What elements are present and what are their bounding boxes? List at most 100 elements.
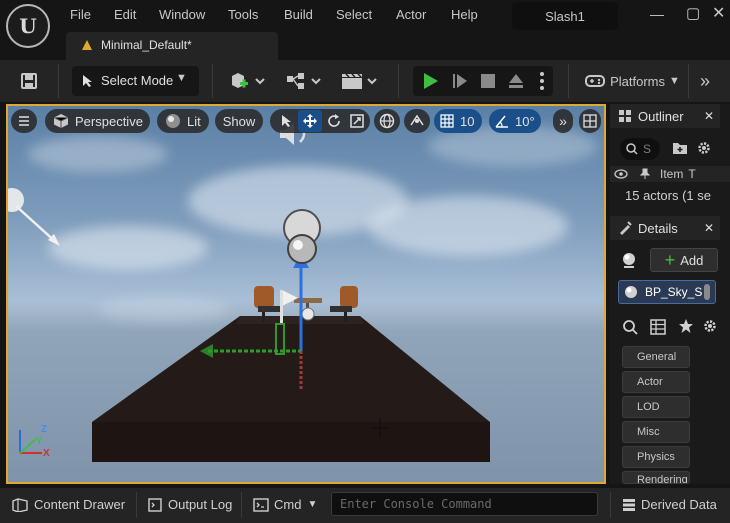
column-item[interactable]: Item xyxy=(660,167,683,181)
category-physics-button[interactable]: Physics xyxy=(622,446,690,468)
add-component-button[interactable]: + Add xyxy=(650,248,718,272)
favorites-star-icon[interactable] xyxy=(678,318,694,334)
terminal-icon xyxy=(253,497,269,512)
tab-label: Minimal_Default* xyxy=(101,38,192,52)
show-button[interactable]: Show xyxy=(215,109,263,133)
menu-select[interactable]: Select xyxy=(336,7,372,22)
category-lod-button[interactable]: LOD xyxy=(622,396,690,418)
toolbar-divider xyxy=(58,64,59,98)
unreal-logo-icon[interactable]: U xyxy=(6,4,50,48)
plus-icon: + xyxy=(664,250,676,270)
content-drawer-icon xyxy=(12,497,28,512)
column-type[interactable]: T xyxy=(688,167,695,181)
outliner-search-input[interactable]: S xyxy=(620,138,660,160)
pin-icon[interactable] xyxy=(640,168,650,180)
grid-snap-value: 10 xyxy=(460,113,475,129)
category-actor-button[interactable]: Actor xyxy=(622,371,690,393)
property-matrix-icon[interactable] xyxy=(650,319,666,335)
add-folder-icon[interactable] xyxy=(672,141,688,155)
outliner-column-header: Item T xyxy=(610,166,730,182)
output-log-label: Output Log xyxy=(168,497,233,512)
expand-toolbar-icon[interactable]: » xyxy=(694,68,716,94)
lit-label: Lit xyxy=(187,113,201,129)
expand-viewport-toolbar-icon[interactable]: » xyxy=(553,109,573,133)
show-label: Show xyxy=(222,113,256,129)
blueprint-button[interactable] xyxy=(284,68,326,94)
stop-icon[interactable] xyxy=(476,68,500,94)
save-icon[interactable] xyxy=(16,68,42,94)
rotate-tool-icon[interactable] xyxy=(322,114,346,128)
console-command-input[interactable]: Enter Console Command xyxy=(331,492,598,516)
play-icon[interactable] xyxy=(418,68,442,94)
add-label: Add xyxy=(680,252,704,268)
surface-snap-icon[interactable] xyxy=(404,109,430,133)
viewport-menu-button[interactable] xyxy=(11,109,37,133)
menu-actor[interactable]: Actor xyxy=(396,7,426,22)
eject-icon[interactable] xyxy=(504,68,528,94)
world-space-icon[interactable] xyxy=(374,109,400,133)
right-panel: Outliner ✕ S Item T 15 actors (1 se Deta… xyxy=(610,104,730,484)
viewport-layout-icon[interactable] xyxy=(579,109,601,133)
axis-label-y: Y xyxy=(36,436,43,447)
add-actor-button[interactable] xyxy=(228,68,270,94)
category-rendering-button[interactable]: Rendering xyxy=(622,471,690,484)
grid-snap-toggle[interactable]: 10 xyxy=(434,109,482,133)
level-viewport[interactable]: Z Y X Perspective Lit Show 10 10° » xyxy=(6,104,606,484)
menu-help[interactable]: Help xyxy=(451,7,478,22)
minimize-icon[interactable]: — xyxy=(650,6,664,22)
selected-actor-row[interactable]: BP_Sky_S xyxy=(618,280,716,304)
visibility-icon[interactable] xyxy=(614,169,628,179)
platforms-button[interactable]: Platforms ▼ xyxy=(580,68,684,94)
category-general-button[interactable]: General xyxy=(622,346,690,368)
menu-window[interactable]: Window xyxy=(159,7,205,22)
cmd-dropdown[interactable]: Cmd ▼ xyxy=(253,497,317,512)
details-title: Details xyxy=(638,220,678,236)
select-mode-label: Select Mode xyxy=(101,73,174,88)
axis-label-z: Z xyxy=(41,424,48,435)
maximize-icon[interactable]: ▢ xyxy=(686,4,700,22)
name-scroll-handle[interactable] xyxy=(704,284,710,300)
details-settings-icon[interactable] xyxy=(702,318,718,334)
perspective-label: Perspective xyxy=(75,113,143,129)
perspective-button[interactable]: Perspective xyxy=(45,109,150,133)
cmd-label: Cmd xyxy=(274,497,302,512)
search-icon xyxy=(626,143,638,155)
chevron-down-icon: ▼ xyxy=(176,72,187,84)
close-icon[interactable]: ✕ xyxy=(712,3,725,23)
toolbar-divider xyxy=(398,64,399,98)
details-search-icon[interactable] xyxy=(622,319,638,335)
details-header: Details ✕ xyxy=(610,216,720,240)
toolbar-divider xyxy=(568,64,569,98)
cinematics-button[interactable] xyxy=(340,68,382,94)
output-log-icon xyxy=(148,497,162,512)
angle-icon xyxy=(495,115,508,128)
derived-data-button[interactable]: Derived Data xyxy=(622,497,717,512)
menu-tools[interactable]: Tools xyxy=(228,7,258,22)
chevron-down-icon: ▼ xyxy=(307,499,318,510)
output-log-button[interactable]: Output Log xyxy=(148,497,232,512)
more-options-icon[interactable] xyxy=(534,68,550,94)
category-misc-button[interactable]: Misc xyxy=(622,421,690,443)
menu-file[interactable]: File xyxy=(70,7,91,22)
step-icon[interactable] xyxy=(448,68,472,94)
selected-actor-name: BP_Sky_S xyxy=(645,285,703,299)
translate-tool-icon[interactable] xyxy=(298,110,322,132)
status-divider xyxy=(241,492,242,518)
axis-label-x: X xyxy=(43,448,50,459)
scale-tool-icon[interactable] xyxy=(346,114,368,128)
content-drawer-label: Content Drawer xyxy=(34,497,126,512)
menu-build[interactable]: Build xyxy=(284,7,313,22)
rotation-snap-toggle[interactable]: 10° xyxy=(489,109,541,133)
close-details-icon[interactable]: ✕ xyxy=(704,221,714,235)
project-name: Slash1 xyxy=(512,2,618,30)
lit-button[interactable]: Lit xyxy=(157,109,209,133)
menu-edit[interactable]: Edit xyxy=(114,7,136,22)
content-drawer-button[interactable]: Content Drawer xyxy=(12,497,125,512)
outliner-icon xyxy=(619,110,631,122)
derived-data-icon xyxy=(623,498,635,511)
transform-tools xyxy=(270,109,370,133)
outliner-settings-icon[interactable] xyxy=(696,140,712,156)
close-outliner-icon[interactable]: ✕ xyxy=(704,109,714,123)
select-tool-icon[interactable] xyxy=(276,114,298,128)
unreal-editor-window: { "menu": { "items": ["File","Edit","Win… xyxy=(0,0,730,523)
